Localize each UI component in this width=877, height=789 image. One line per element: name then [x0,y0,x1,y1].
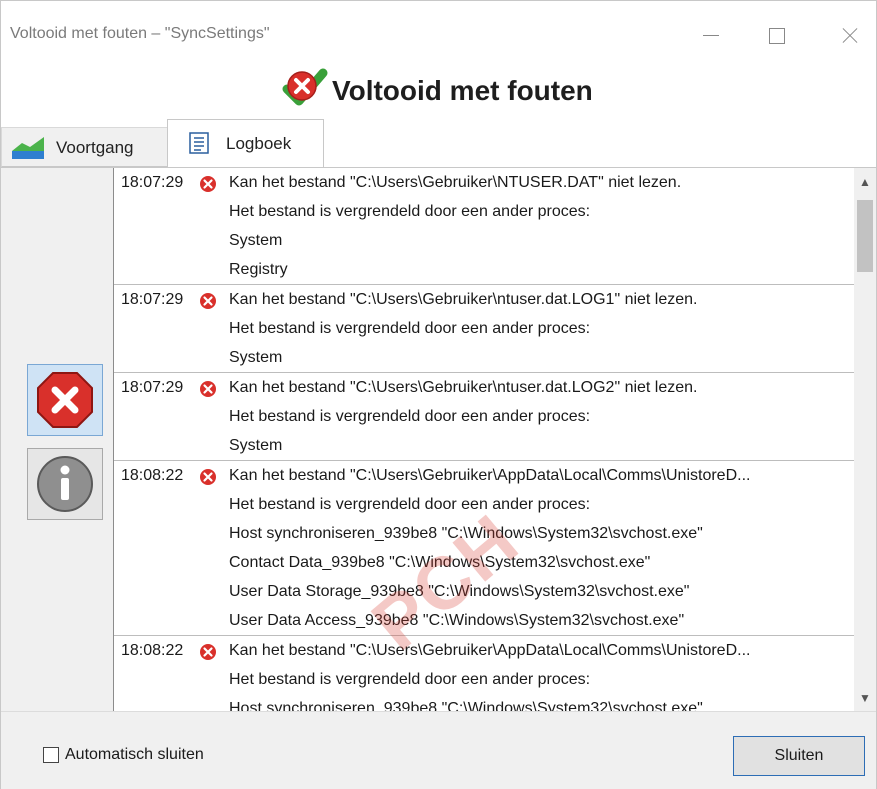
log-line: Host synchroniseren_939be8 "C:\Windows\S… [114,694,855,712]
close-window-button[interactable] [827,15,873,55]
log-time: 18:07:29 [121,291,184,308]
log-line: Registry [114,255,855,284]
tab-logboek-label: Logboek [226,134,292,153]
dialog-footer: Automatisch sluiten Sluiten [1,711,876,789]
log-list[interactable]: 18:07:29 Kan het bestand "C:\Users\Gebru… [113,168,855,712]
log-message: Host synchroniseren_939be8 "C:\Windows\S… [229,525,703,542]
log-message: Het bestand is vergrendeld door een ande… [229,408,591,425]
minimize-icon [703,35,719,36]
log-time: 18:07:29 [121,379,184,396]
log-line: System [114,226,855,255]
status-title: Voltooid met fouten [332,75,593,106]
log-time: 18:08:22 [121,467,184,484]
error-icon [200,644,216,660]
log-line: 18:07:29 Kan het bestand "C:\Users\Gebru… [114,285,855,314]
log-line: 18:08:22 Kan het bestand "C:\Users\Gebru… [114,461,855,490]
error-check-icon [282,68,328,106]
error-icon [200,293,216,309]
log-line: System [114,343,855,372]
window-title: Voltooid met fouten – "SyncSettings" [10,25,270,42]
log-message: System [229,349,283,366]
log-line: Het bestand is vergrendeld door een ande… [114,197,855,226]
error-icon [200,469,216,485]
log-entry[interactable]: 18:08:22 Kan het bestand "C:\Users\Gebru… [114,461,855,636]
log-message: Contact Data_939be8 "C:\Windows\System32… [229,554,651,571]
tab-voortgang-label: Voortgang [56,138,134,157]
log-message: User Data Access_939be8 "C:\Windows\Syst… [229,612,685,629]
log-line: Contact Data_939be8 "C:\Windows\System32… [114,548,855,577]
log-message: System [229,232,283,249]
log-message: Het bestand is vergrendeld door een ande… [229,203,591,220]
log-entry[interactable]: 18:08:22 Kan het bestand "C:\Users\Gebru… [114,636,855,712]
log-line: 18:07:29 Kan het bestand "C:\Users\Gebru… [114,168,855,197]
error-filter-icon [37,372,93,428]
log-line: 18:08:22 Kan het bestand "C:\Users\Gebru… [114,636,855,665]
maximize-icon [769,28,785,44]
error-icon [200,176,216,192]
sync-dialog-window: Voltooid met fouten – "SyncSettings" Vol… [0,0,877,789]
log-entry[interactable]: 18:07:29 Kan het bestand "C:\Users\Gebru… [114,285,855,373]
log-message: Kan het bestand "C:\Users\Gebruiker\NTUS… [229,174,682,191]
log-panel: 18:07:29 Kan het bestand "C:\Users\Gebru… [1,167,876,712]
title-bar[interactable]: Voltooid met fouten – "SyncSettings" [1,1,876,61]
scroll-down-arrow-icon[interactable]: ▼ [854,684,876,712]
log-scrollbar[interactable]: ▲ ▼ [854,168,876,712]
log-message: System [229,437,283,454]
log-message: Kan het bestand "C:\Users\Gebruiker\ntus… [229,291,698,308]
log-line: System [114,431,855,460]
log-message: Kan het bestand "C:\Users\Gebruiker\AppD… [229,642,751,659]
log-line: User Data Access_939be8 "C:\Windows\Syst… [114,606,855,635]
log-message: Het bestand is vergrendeld door een ande… [229,320,591,337]
info-filter-icon [37,456,93,512]
info-filter-button[interactable] [27,448,103,520]
log-line: Het bestand is vergrendeld door een ande… [114,314,855,343]
tab-logboek[interactable]: Logboek [167,119,324,167]
log-time: 18:08:22 [121,642,184,659]
log-message: Kan het bestand "C:\Users\Gebruiker\ntus… [229,379,698,396]
log-line: User Data Storage_939be8 "C:\Windows\Sys… [114,577,855,606]
error-icon [200,381,216,397]
log-line: 18:07:29 Kan het bestand "C:\Users\Gebru… [114,373,855,402]
status-header: Voltooid met fouten [1,61,876,119]
log-entry[interactable]: 18:07:29 Kan het bestand "C:\Users\Gebru… [114,168,855,285]
log-line: Het bestand is vergrendeld door een ande… [114,402,855,431]
tab-strip: Voortgang Logboek [1,119,876,167]
log-message: Kan het bestand "C:\Users\Gebruiker\AppD… [229,467,751,484]
logbook-icon [189,132,209,154]
tab-voortgang[interactable]: Voortgang [1,127,168,167]
progress-chart-icon [12,137,44,159]
scroll-up-arrow-icon[interactable]: ▲ [854,168,876,196]
log-line: Het bestand is vergrendeld door een ande… [114,665,855,694]
scroll-thumb[interactable] [857,200,873,272]
log-message: User Data Storage_939be8 "C:\Windows\Sys… [229,583,690,600]
log-line: Host synchroniseren_939be8 "C:\Windows\S… [114,519,855,548]
filter-sidebar [1,168,113,712]
log-message: Het bestand is vergrendeld door een ande… [229,496,591,513]
close-button[interactable]: Sluiten [733,736,865,776]
maximize-button[interactable] [753,15,799,55]
auto-close-checkbox[interactable] [43,747,59,763]
minimize-button[interactable] [687,15,733,55]
log-line: Het bestand is vergrendeld door een ande… [114,490,855,519]
log-message: Het bestand is vergrendeld door een ande… [229,671,591,688]
error-filter-button[interactable] [27,364,103,436]
log-message: Registry [229,261,288,278]
log-entry[interactable]: 18:07:29 Kan het bestand "C:\Users\Gebru… [114,373,855,461]
log-time: 18:07:29 [121,174,184,191]
auto-close-label[interactable]: Automatisch sluiten [65,746,204,764]
